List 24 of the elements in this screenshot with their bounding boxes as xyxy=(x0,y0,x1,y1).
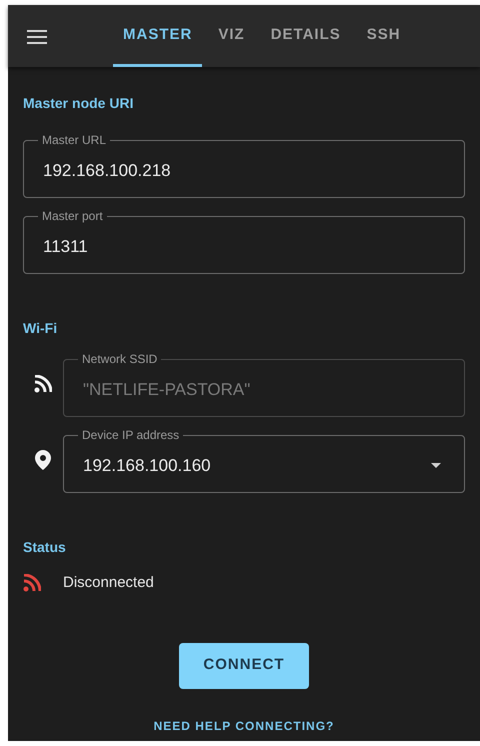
tab[interactable]: SSH xyxy=(356,7,411,67)
status-text: Disconnected xyxy=(63,573,154,593)
section-title: Status xyxy=(23,538,67,557)
field-label: Device IP address xyxy=(81,427,180,443)
connect-button[interactable]: CONNECT xyxy=(179,642,309,688)
tab[interactable]: VIZ xyxy=(208,7,255,67)
tab[interactable]: DETAILS xyxy=(260,7,351,67)
field-value: "NETLIFE-PASTORA" xyxy=(83,378,250,401)
menu-icon[interactable] xyxy=(27,29,47,45)
tab[interactable]: MASTER xyxy=(113,7,202,67)
help-link[interactable]: NEED HELP CONNECTING? xyxy=(154,716,334,734)
field-value: 11311 xyxy=(43,236,88,258)
field-label: Master URL xyxy=(41,132,108,148)
connection-status-icon xyxy=(23,574,41,592)
field-label: Network SSID xyxy=(81,351,158,367)
rss-icon xyxy=(34,375,52,393)
section-title: Master node URI xyxy=(23,94,134,113)
dropdown-field[interactable]: Device IP address 192.168.100.160 xyxy=(63,427,465,493)
field-value: 192.168.100.218 xyxy=(43,160,171,182)
caret-icon xyxy=(431,463,441,468)
location-pin-icon xyxy=(35,450,51,470)
field-label: Master port xyxy=(41,208,104,224)
field-value: 192.168.100.160 xyxy=(83,454,211,477)
section-title: Wi-Fi xyxy=(23,319,58,338)
